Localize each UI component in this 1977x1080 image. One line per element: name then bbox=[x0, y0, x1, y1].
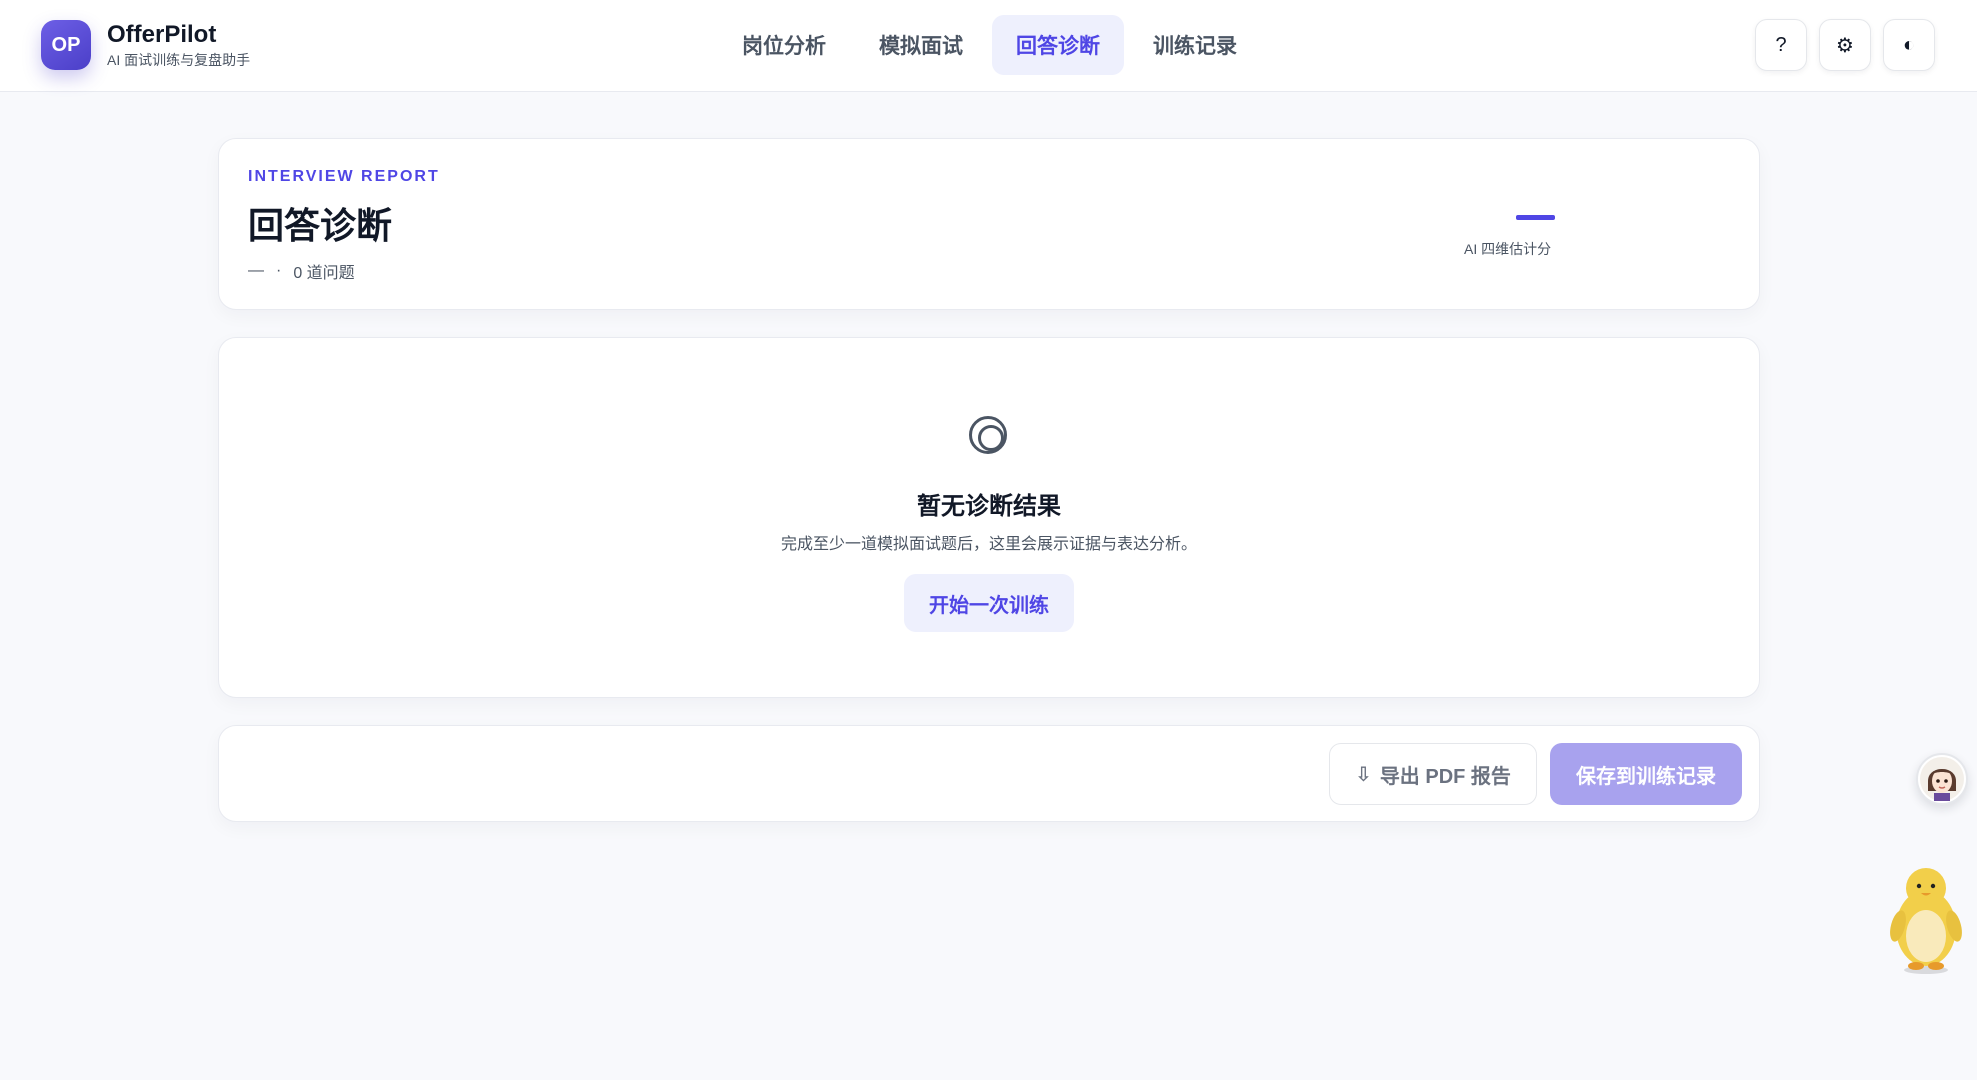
gear-icon: ⚙ bbox=[1836, 34, 1854, 57]
meta-dash: — bbox=[248, 262, 264, 279]
empty-state-description: 完成至少一道模拟面试题后，这里会展示证据与表达分析。 bbox=[780, 536, 1197, 553]
main-nav: 岗位分析 模拟面试 回答诊断 训练记录 bbox=[718, 15, 1266, 75]
app-logo: OP bbox=[41, 20, 91, 70]
help-button[interactable]: ? bbox=[1755, 19, 1807, 71]
nav-tab-job-analysis[interactable]: 岗位分析 bbox=[718, 15, 850, 75]
report-eyebrow: INTERVIEW REPORT bbox=[248, 168, 440, 185]
question-count: 0 道问题 bbox=[293, 265, 355, 282]
brand[interactable]: OP OfferPilot AI 面试训练与复盘助手 bbox=[41, 20, 250, 70]
empty-state-card: 暂无诊断结果 完成至少一道模拟面试题后，这里会展示证据与表达分析。 开始一次训练 bbox=[218, 337, 1760, 698]
top-header: OP OfferPilot AI 面试训练与复盘助手 岗位分析 模拟面试 回答诊… bbox=[0, 0, 1977, 92]
report-actions-card: ⇩ 导出 PDF 报告 保存到训练记录 bbox=[218, 725, 1760, 822]
help-icon: ? bbox=[1775, 33, 1787, 56]
empty-state-title: 暂无诊断结果 bbox=[917, 493, 1061, 520]
nav-tab-mock-interview[interactable]: 模拟面试 bbox=[855, 15, 987, 75]
target-icon bbox=[969, 416, 1007, 454]
start-training-button[interactable]: 开始一次训练 bbox=[904, 574, 1074, 632]
app-name: OfferPilot bbox=[107, 21, 217, 48]
theme-toggle-button[interactable]: ◐ bbox=[1883, 19, 1935, 71]
assistant-avatar[interactable] bbox=[1916, 753, 1968, 805]
report-meta: — · 0 道问题 bbox=[248, 259, 355, 283]
mascot-icon[interactable] bbox=[1886, 860, 1966, 975]
export-pdf-label: 导出 PDF 报告 bbox=[1379, 765, 1511, 788]
download-icon: ⇩ bbox=[1355, 763, 1372, 786]
settings-button[interactable]: ⚙ bbox=[1819, 19, 1871, 71]
page-title: 回答诊断 bbox=[248, 205, 393, 246]
score-placeholder bbox=[1516, 215, 1555, 220]
nav-tab-answer-diagnosis[interactable]: 回答诊断 bbox=[992, 15, 1124, 75]
nav-tab-training-records[interactable]: 训练记录 bbox=[1129, 15, 1261, 75]
score-label: AI 四维估计分 bbox=[1464, 241, 1552, 257]
save-to-records-button[interactable]: 保存到训练记录 bbox=[1550, 743, 1742, 805]
header-tools: ? ⚙ ◐ bbox=[1755, 19, 1935, 71]
report-header-card: INTERVIEW REPORT 回答诊断 — · 0 道问题 AI 四维估计分 bbox=[218, 138, 1760, 310]
brand-text: OfferPilot AI 面试训练与复盘助手 bbox=[107, 21, 250, 69]
contrast-icon: ◐ bbox=[1902, 33, 1916, 56]
avatar-icon bbox=[1920, 757, 1964, 801]
meta-separator: · bbox=[276, 262, 282, 279]
app-subtitle: AI 面试训练与复盘助手 bbox=[107, 52, 251, 68]
export-pdf-button[interactable]: ⇩ 导出 PDF 报告 bbox=[1329, 743, 1537, 805]
